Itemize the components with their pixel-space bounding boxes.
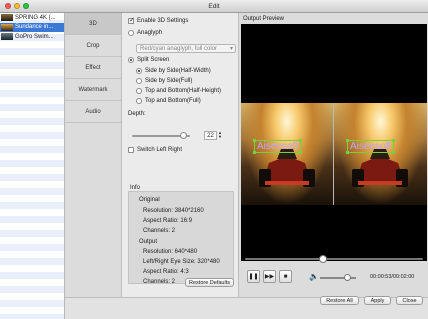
right-eye-view: Aiseesoft — [334, 103, 427, 205]
split-option-radio[interactable] — [136, 88, 142, 94]
original-channels: Channels: 2 — [143, 228, 176, 234]
settings-panel: Enable 3D Settings Anaglyph Red/cyan ana… — [122, 13, 238, 297]
depth-stepper[interactable]: ▲ ▼ — [218, 131, 222, 140]
video-thumbnail — [1, 23, 13, 31]
split-option-label: Side by Side(Half-Width) — [145, 68, 211, 74]
split-option-label: Top and Bottom(Half-Height) — [145, 88, 222, 94]
file-name: GoPro Swim... — [15, 33, 54, 40]
anaglyph-radio[interactable] — [128, 30, 134, 36]
volume-slider-handle[interactable] — [343, 274, 351, 281]
anaglyph-select-value: Red/cyan anaglyph, full color — [140, 45, 218, 52]
output-eye-size: Left/Right Eye Size: 320*480 — [143, 259, 220, 265]
output-heading: Output — [139, 239, 158, 245]
split-option-label: Top and Bottom(Full) — [145, 98, 201, 104]
split-option[interactable]: Side by Side(Full) — [136, 78, 192, 84]
tab-3d[interactable]: 3D — [65, 13, 121, 35]
output-preview-panel: Output Preview Aiseesoft Aiseesoft — [238, 13, 428, 297]
chevron-down-icon: ▾ — [229, 46, 233, 52]
stepper-down-icon[interactable]: ▼ — [218, 135, 222, 139]
resize-handle[interactable] — [392, 139, 396, 142]
split-screen-row[interactable]: Split Screen — [128, 57, 169, 63]
left-eye-view: Aiseesoft — [241, 103, 334, 205]
tab-effect[interactable]: Effect — [65, 57, 121, 79]
switch-left-right-row[interactable]: Switch Left Right — [128, 147, 182, 153]
depth-input[interactable]: 22 — [204, 131, 217, 140]
close-button[interactable]: Close — [396, 296, 423, 305]
split-screen-label: Split Screen — [137, 57, 170, 63]
pause-button[interactable]: ❚❚ — [247, 270, 260, 283]
title-bar: Edit — [0, 0, 428, 13]
enable-3d-row[interactable]: Enable 3D Settings — [128, 16, 189, 24]
speaker-icon[interactable]: 🔈 — [309, 272, 319, 281]
file-name: Sundance in... — [15, 24, 54, 31]
split-option-radio[interactable] — [136, 98, 142, 104]
restore-defaults-button[interactable]: Restore Defaults — [185, 278, 234, 287]
video-preview: Aiseesoft Aiseesoft — [241, 24, 427, 261]
resize-handle[interactable] — [253, 139, 256, 142]
file-item[interactable]: SPRING 4K (... — [0, 13, 64, 23]
video-thumbnail — [1, 14, 13, 22]
anaglyph-row[interactable]: Anaglyph — [128, 30, 162, 36]
info-box: Original Resolution: 3840*2160 Aspect Ra… — [128, 191, 234, 285]
watermark-overlay[interactable]: Aiseesoft — [253, 139, 303, 154]
file-list: SPRING 4K (... Sundance in... GoPro Swim… — [0, 13, 65, 319]
split-option[interactable]: Top and Bottom(Half-Height) — [136, 88, 221, 94]
apply-button[interactable]: Apply — [364, 296, 391, 305]
switch-left-right-checkbox[interactable] — [128, 147, 134, 153]
tab-audio[interactable]: Audio — [65, 101, 121, 123]
resize-handle[interactable] — [253, 151, 256, 154]
fast-forward-icon: ▶▶ — [264, 274, 275, 280]
volume-slider-track[interactable] — [320, 277, 356, 279]
split-option-radio[interactable] — [136, 78, 142, 84]
resize-handle[interactable] — [346, 151, 349, 154]
split-screen-radio[interactable] — [128, 57, 134, 63]
watermark-overlay[interactable]: Aiseesoft — [346, 139, 396, 154]
video-thumbnail — [1, 33, 13, 41]
watermark-text: Aiseesoft — [350, 141, 392, 152]
file-name: SPRING 4K (... — [15, 14, 56, 21]
split-option[interactable]: Top and Bottom(Full) — [136, 98, 201, 104]
file-item[interactable]: Sundance in... — [0, 22, 64, 32]
resize-handle[interactable] — [392, 151, 396, 154]
split-option-label: Side by Side(Full) — [145, 78, 193, 84]
watermark-text: Aiseesoft — [257, 141, 299, 152]
enable-3d-label: Enable 3D Settings — [137, 18, 189, 24]
output-preview-label: Output Preview — [243, 16, 285, 22]
resize-handle[interactable] — [299, 139, 303, 142]
output-channels: Channels: 2 — [143, 279, 176, 285]
split-option-radio[interactable] — [136, 68, 142, 74]
stop-icon: ■ — [283, 273, 288, 280]
playback-time: 00:00:53/00:02:00 — [370, 274, 415, 280]
anaglyph-select[interactable]: Red/cyan anaglyph, full color ▾ — [136, 44, 236, 53]
fast-forward-button[interactable]: ▶▶ — [263, 270, 276, 283]
pause-icon: ❚❚ — [248, 274, 259, 280]
timeline-track[interactable] — [245, 258, 423, 260]
depth-label: Depth: — [128, 111, 146, 117]
original-aspect-ratio: Aspect Ratio: 16:9 — [143, 218, 193, 224]
split-option[interactable]: Side by Side(Half-Width) — [136, 68, 211, 74]
output-aspect-ratio: Aspect Ratio: 4:3 — [143, 269, 189, 275]
switch-left-right-label: Switch Left Right — [137, 147, 183, 153]
restore-all-button[interactable]: Restore All — [320, 296, 359, 305]
tab-watermark[interactable]: Watermark — [65, 79, 121, 101]
window-title: Edit — [208, 3, 220, 10]
output-resolution: Resolution: 640*480 — [143, 249, 198, 255]
edit-tabs: 3D Crop Effect Watermark Audio — [65, 13, 122, 297]
anaglyph-label: Anaglyph — [137, 30, 163, 36]
original-resolution: Resolution: 3840*2160 — [143, 208, 204, 214]
depth-slider-handle[interactable] — [179, 132, 187, 139]
stop-button[interactable]: ■ — [279, 270, 292, 283]
enable-3d-checkbox[interactable] — [128, 16, 135, 24]
file-item[interactable]: GoPro Swim... — [0, 32, 64, 42]
original-heading: Original — [139, 197, 160, 203]
resize-handle[interactable] — [299, 151, 303, 154]
resize-handle[interactable] — [346, 139, 349, 142]
tab-crop[interactable]: Crop — [65, 35, 121, 57]
